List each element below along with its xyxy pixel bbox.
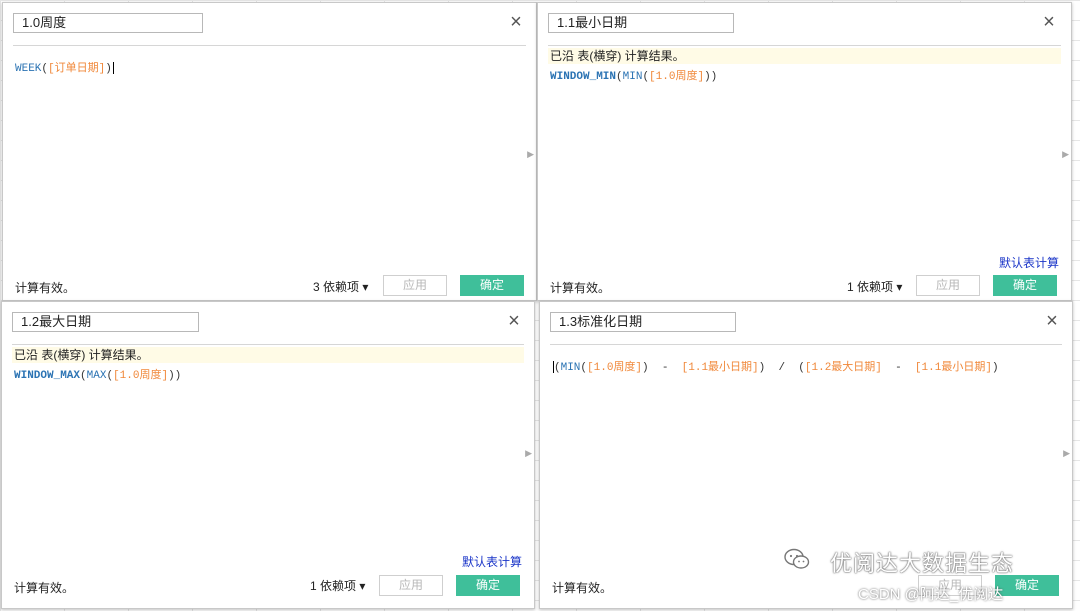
brand-watermark: 优阅达大数据生态 <box>830 551 1015 576</box>
dependencies-label: 1 依赖项 <box>310 579 357 593</box>
function-name: WINDOW_MAX <box>14 370 81 382</box>
close-icon[interactable]: × <box>506 12 526 32</box>
formula-editor[interactable]: WEEK([订单日期]) <box>15 59 114 75</box>
status-text: 计算有效。 <box>550 281 611 295</box>
ok-button[interactable]: 确定 <box>995 575 1059 596</box>
field-reference: [1.1最小日期] <box>914 362 992 374</box>
close-icon[interactable]: × <box>1042 311 1062 331</box>
calc-name-input[interactable]: 1.2最大日期 <box>12 312 199 332</box>
formula-editor[interactable]: (MIN([1.0周度]) - [1.1最小日期]) / ([1.2最大日期] … <box>552 358 999 374</box>
default-table-calc-link[interactable]: 默认表计算 <box>999 254 1059 271</box>
dependencies-dropdown[interactable]: 1 依赖项 ▾ <box>847 278 902 295</box>
calc-name-input[interactable]: 1.3标准化日期 <box>550 312 736 332</box>
calc-name-input[interactable]: 1.1最小日期 <box>548 13 734 33</box>
text-cursor <box>112 62 114 75</box>
function-name: WINDOW_MIN <box>550 71 617 83</box>
caret-down-icon: ▾ <box>896 280 903 294</box>
ok-button[interactable]: 确定 <box>993 275 1057 296</box>
calc-dialog-max-date: 1.2最大日期 × 已沿 表(横穿) 计算结果。 WINDOW_MAX(MAX(… <box>1 301 535 609</box>
divider <box>550 344 1062 345</box>
formula-editor[interactable]: WINDOW_MIN(MIN([1.0周度])) <box>550 67 717 83</box>
function-name: MAX <box>86 370 107 382</box>
function-name: MIN <box>622 71 643 83</box>
csdn-watermark: CSDN @阿达_优阅达 <box>858 586 1004 603</box>
expand-arrow-icon[interactable]: ▶ <box>525 448 532 459</box>
field-reference: [订单日期] <box>48 63 106 75</box>
apply-button[interactable]: 应用 <box>383 275 447 296</box>
divider <box>548 45 1061 46</box>
default-table-calc-link[interactable]: 默认表计算 <box>462 553 522 570</box>
dependencies-dropdown[interactable]: 1 依赖项 ▾ <box>310 577 365 594</box>
field-reference: [1.0周度] <box>649 71 705 83</box>
field-reference: [1.1最小日期] <box>681 362 759 374</box>
formula-editor[interactable]: WINDOW_MAX(MAX([1.0周度])) <box>14 366 181 382</box>
function-name: WEEK <box>15 63 42 75</box>
field-reference: [1.0周度] <box>113 370 169 382</box>
dependencies-label: 3 依赖项 <box>313 280 360 294</box>
ok-button[interactable]: 确定 <box>460 275 524 296</box>
calc-dialog-week: 1.0周度 × WEEK([订单日期]) ▶ 计算有效。 3 依赖项 ▾ 应用 … <box>2 2 537 301</box>
divider <box>13 45 526 46</box>
dependencies-dropdown[interactable]: 3 依赖项 ▾ <box>313 278 368 295</box>
field-reference: [1.2最大日期] <box>804 362 882 374</box>
table-calc-note: 已沿 表(横穿) 计算结果。 <box>12 347 524 363</box>
apply-button[interactable]: 应用 <box>916 275 980 296</box>
wechat-logo-icon <box>784 548 810 569</box>
field-reference: [1.0周度] <box>587 362 643 374</box>
expand-arrow-icon[interactable]: ▶ <box>527 149 534 160</box>
apply-button[interactable]: 应用 <box>379 575 443 596</box>
ok-button[interactable]: 确定 <box>456 575 520 596</box>
status-text: 计算有效。 <box>14 581 75 595</box>
calc-name-input[interactable]: 1.0周度 <box>13 13 203 33</box>
status-text: 计算有效。 <box>15 281 76 295</box>
expand-arrow-icon[interactable]: ▶ <box>1063 448 1070 459</box>
close-icon[interactable]: × <box>1039 12 1059 32</box>
divider <box>12 344 524 345</box>
close-icon[interactable]: × <box>504 311 524 331</box>
function-name: MIN <box>560 362 581 374</box>
status-text: 计算有效。 <box>552 581 613 595</box>
dependencies-label: 1 依赖项 <box>847 280 894 294</box>
expand-arrow-icon[interactable]: ▶ <box>1062 149 1069 160</box>
caret-down-icon: ▾ <box>362 280 369 294</box>
table-calc-note: 已沿 表(横穿) 计算结果。 <box>548 48 1061 64</box>
caret-down-icon: ▾ <box>359 579 366 593</box>
calc-dialog-min-date: 1.1最小日期 × 已沿 表(横穿) 计算结果。 WINDOW_MIN(MIN(… <box>537 2 1072 301</box>
